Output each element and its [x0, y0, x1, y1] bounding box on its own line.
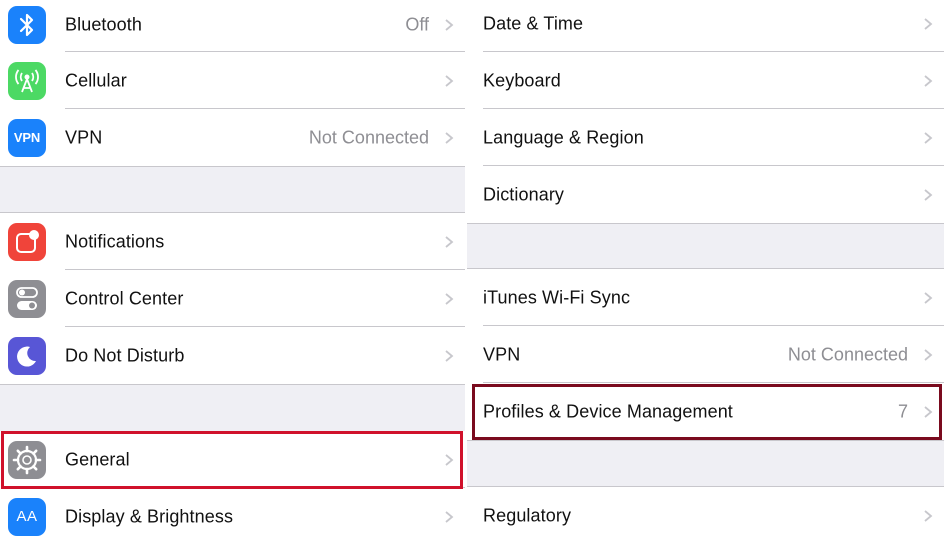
chevron-right-icon	[443, 235, 455, 248]
settings-row-general[interactable]: General	[0, 431, 465, 488]
display-brightness-label: Display & Brightness	[65, 506, 234, 526]
group-separator	[467, 223, 944, 224]
chevron-right-icon	[443, 349, 455, 362]
bluetooth-label: Bluetooth	[65, 14, 142, 34]
chevron-right-icon	[922, 131, 934, 144]
bluetooth-icon	[8, 5, 46, 44]
dictionary-label: Dictionary	[483, 184, 565, 204]
notifications-label: Notifications	[65, 231, 165, 251]
chevron-right-icon	[922, 188, 934, 201]
group-separator	[0, 384, 465, 385]
vpn-status: Not Connected	[308, 127, 429, 147]
chevron-right-icon	[922, 18, 934, 30]
notifications-icon	[8, 222, 46, 261]
settings-row-dictionary[interactable]: Dictionary	[467, 166, 944, 223]
vpn-general-label: VPN	[483, 344, 521, 364]
itunes-wifi-sync-label: iTunes Wi-Fi Sync	[483, 287, 631, 307]
settings-row-profiles-device-management[interactable]: Profiles & Device Management 7	[467, 383, 944, 440]
settings-row-vpn-general[interactable]: VPN Not Connected	[467, 326, 944, 383]
group-separator	[0, 166, 465, 167]
chevron-right-icon	[922, 74, 934, 87]
settings-row-do-not-disturb[interactable]: Do Not Disturb	[0, 327, 465, 384]
settings-row-vpn[interactable]: VPN VPN Not Connected	[0, 109, 465, 166]
control-center-label: Control Center	[65, 288, 184, 308]
display-brightness-icon: AA	[8, 497, 46, 536]
language-region-label: Language & Region	[483, 127, 644, 147]
moon-icon	[8, 336, 46, 375]
chevron-right-icon	[443, 18, 455, 31]
settings-row-bluetooth[interactable]: Bluetooth Off	[0, 0, 465, 52]
do-not-disturb-label: Do Not Disturb	[65, 345, 185, 365]
settings-row-notifications[interactable]: Notifications	[0, 213, 465, 270]
chevron-right-icon	[443, 510, 455, 523]
settings-row-regulatory[interactable]: Regulatory	[467, 487, 944, 542]
chevron-right-icon	[443, 74, 455, 87]
group-separator	[467, 440, 944, 441]
gear-icon	[8, 440, 46, 479]
chevron-right-icon	[922, 291, 934, 304]
chevron-right-icon	[443, 453, 455, 466]
settings-row-itunes-wifi-sync[interactable]: iTunes Wi-Fi Sync	[467, 269, 944, 326]
profiles-count: 7	[897, 401, 908, 421]
keyboard-label: Keyboard	[483, 70, 561, 90]
chevron-right-icon	[922, 510, 934, 522]
chevron-right-icon	[443, 292, 455, 305]
settings-row-control-center[interactable]: Control Center	[0, 270, 465, 327]
settings-list-left: Bluetooth Off Cellular VPN VPN Not Conne…	[0, 0, 465, 542]
profiles-label: Profiles & Device Management	[483, 401, 733, 421]
chevron-right-icon	[922, 348, 934, 361]
cellular-label: Cellular	[65, 70, 127, 90]
settings-row-keyboard[interactable]: Keyboard	[467, 52, 944, 109]
bluetooth-status: Off	[405, 14, 429, 34]
chevron-right-icon	[922, 405, 934, 418]
settings-row-language-region[interactable]: Language & Region	[467, 109, 944, 166]
settings-row-cellular[interactable]: Cellular	[0, 52, 465, 109]
vpn-general-status: Not Connected	[787, 344, 908, 364]
display-icon-text: AA	[16, 508, 38, 525]
regulatory-label: Regulatory	[483, 505, 572, 526]
settings-row-date-time[interactable]: Date & Time	[467, 0, 944, 52]
vpn-label: VPN	[65, 127, 103, 147]
date-time-label: Date & Time	[483, 13, 584, 34]
vpn-icon-text: VPN	[13, 130, 41, 145]
chevron-right-icon	[443, 131, 455, 144]
settings-list-right: Date & Time Keyboard Language & Region D…	[467, 0, 944, 542]
vpn-icon: VPN	[8, 118, 46, 157]
general-label: General	[65, 449, 130, 469]
cellular-antenna-icon	[8, 61, 46, 100]
control-center-icon	[8, 279, 46, 318]
settings-row-display-brightness[interactable]: AA Display & Brightness	[0, 488, 465, 542]
